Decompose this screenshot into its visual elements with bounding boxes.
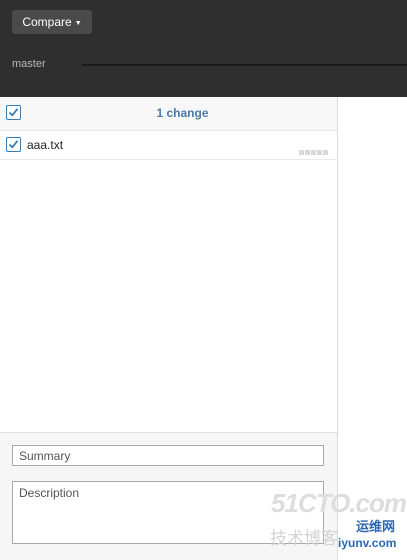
branch-label: master (12, 58, 46, 70)
watermark-line4: iyunv.com (338, 536, 397, 550)
file-checkbox[interactable] (6, 137, 21, 152)
change-count: 1 change (156, 106, 209, 120)
summary-input[interactable] (12, 445, 324, 466)
watermark-line3: 运维网 (356, 519, 396, 534)
file-row[interactable]: aaa.txt (0, 131, 337, 160)
file-name: aaa.txt (27, 138, 64, 152)
diffstat-indicator (299, 142, 329, 155)
watermark: 51CTO.com 技术博客 运维网 iyunv.com (268, 488, 407, 559)
top-toolbar: Compare ▼ master (0, 0, 407, 97)
watermark-line2: 技术博客 (270, 529, 338, 548)
caret-down-icon: ▼ (74, 20, 82, 27)
compare-button[interactable]: Compare ▼ (12, 10, 92, 34)
changes-header: 1 change (0, 97, 337, 131)
compare-label: Compare (22, 15, 72, 29)
select-all-checkbox[interactable] (6, 105, 21, 120)
check-icon (8, 108, 19, 117)
branch-timeline (82, 64, 407, 66)
check-icon (8, 140, 19, 149)
watermark-line1: 51CTO.com (271, 488, 407, 518)
